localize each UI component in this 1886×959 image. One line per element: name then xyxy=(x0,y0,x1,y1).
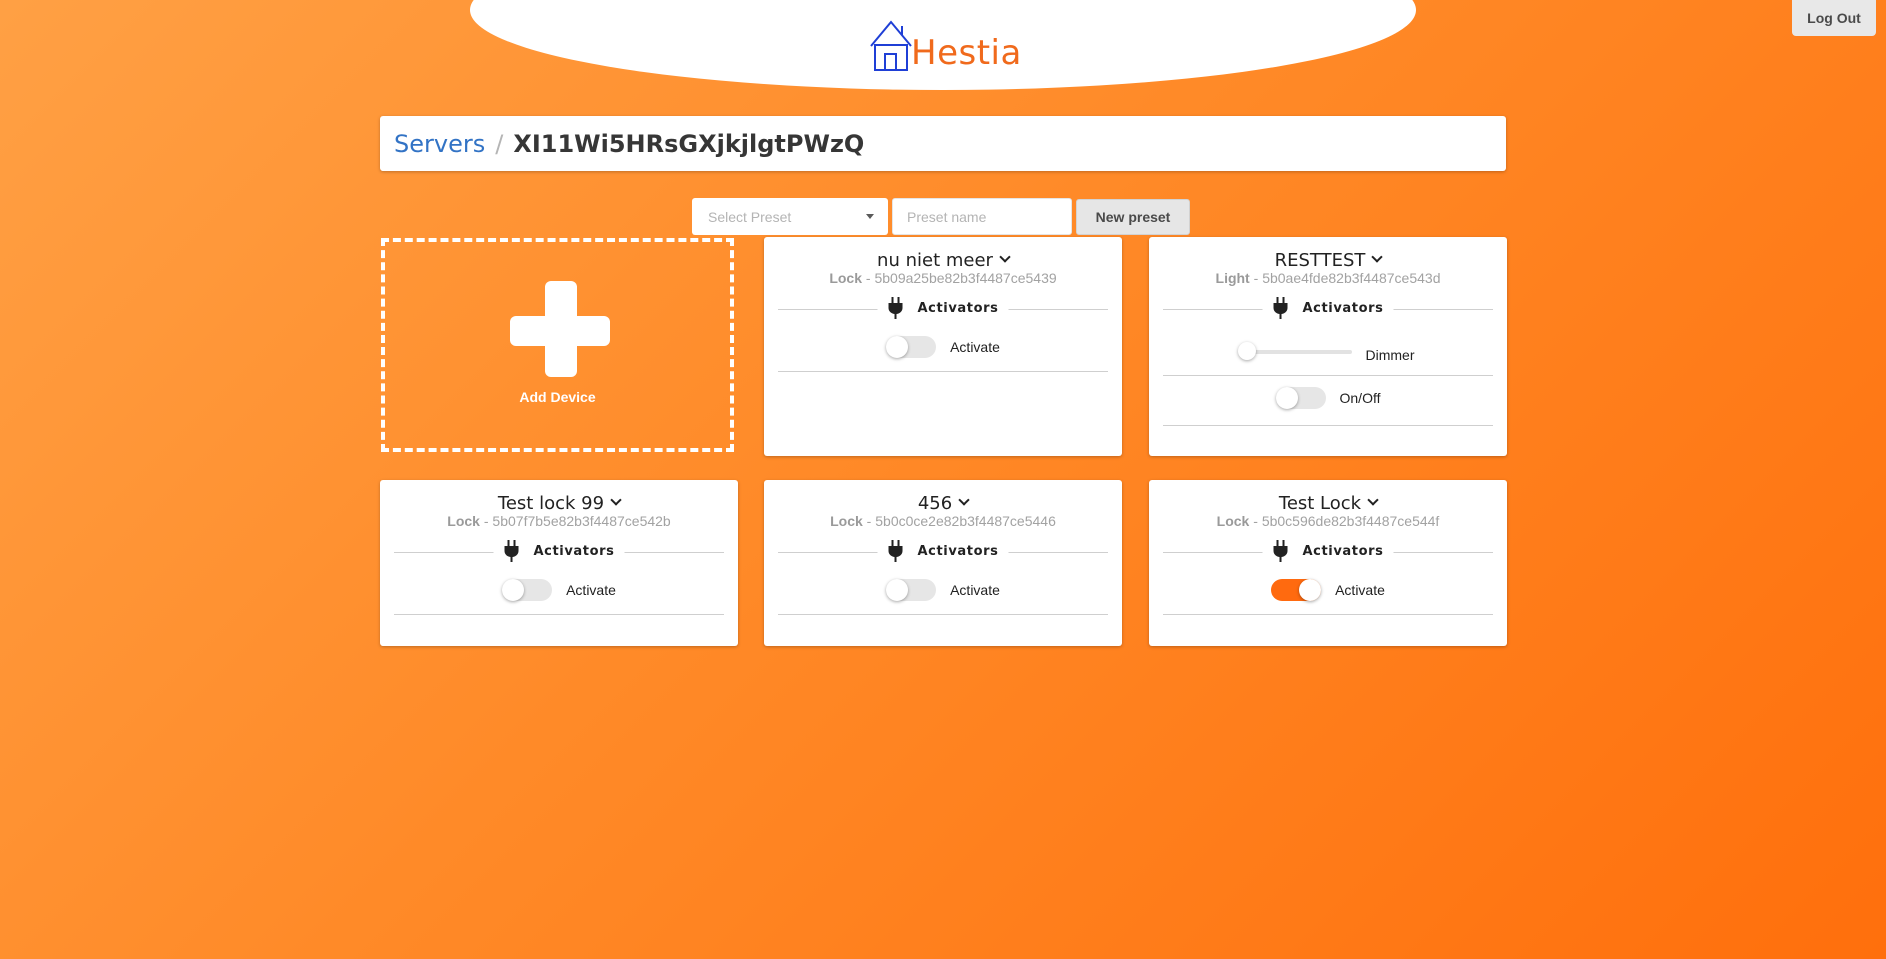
chevron-down-icon xyxy=(999,251,1011,263)
log-out-button[interactable]: Log Out xyxy=(1792,0,1876,36)
breadcrumb-servers-link[interactable]: Servers xyxy=(394,130,485,158)
activate-control: Activate xyxy=(380,579,738,601)
device-subtitle: Lock - 5b07f7b5e82b3f4487ce542b xyxy=(447,513,671,529)
on-off-label: On/Off xyxy=(1339,390,1381,406)
activate-label: Activate xyxy=(566,582,616,598)
device-subtitle: Light - 5b0ae4fde82b3f4487ce543d xyxy=(1215,270,1441,286)
divider xyxy=(778,371,1108,372)
activators-header: Activators xyxy=(1163,540,1493,562)
device-card: 456 Lock - 5b0c0ce2e82b3f4487ce5446 Acti… xyxy=(764,480,1122,646)
activators-label: Activators xyxy=(917,300,999,316)
device-card: Test Lock Lock - 5b0c596de82b3f4487ce544… xyxy=(1149,480,1507,646)
activators-header: Activators xyxy=(778,297,1108,319)
breadcrumb-separator: / xyxy=(495,129,504,158)
device-title[interactable]: 456 xyxy=(764,493,1122,514)
breadcrumb: Servers / XI11Wi5HRsGXjkjlgtPWzQ xyxy=(380,116,1506,171)
activate-label: Activate xyxy=(950,582,1000,598)
divider xyxy=(1163,425,1493,426)
plus-icon-bar xyxy=(510,316,610,346)
plug-icon xyxy=(1273,297,1288,319)
plug-icon xyxy=(504,540,519,562)
on-off-control: On/Off xyxy=(1149,387,1507,409)
device-title[interactable]: nu niet meer xyxy=(764,250,1122,271)
activate-control: Activate xyxy=(764,336,1122,358)
activators-label: Activators xyxy=(917,543,999,559)
activators-label: Activators xyxy=(1302,300,1384,316)
activate-label: Activate xyxy=(950,339,1000,355)
device-subtitle: Lock - 5b09a25be82b3f4487ce5439 xyxy=(829,270,1057,286)
device-title[interactable]: RESTTEST xyxy=(1149,250,1507,271)
caret-down-icon xyxy=(866,214,874,219)
logo-text: Hestia xyxy=(911,33,1022,73)
chevron-down-icon xyxy=(1367,494,1379,506)
dimmer-slider[interactable] xyxy=(1237,342,1352,360)
house-icon xyxy=(870,20,912,71)
slider-thumb[interactable] xyxy=(1237,342,1256,360)
chevron-down-icon xyxy=(1371,251,1384,263)
activators-label: Activators xyxy=(533,543,615,559)
device-card: nu niet meer Lock - 5b09a25be82b3f4487ce… xyxy=(764,237,1122,456)
chevron-down-icon xyxy=(958,494,970,506)
add-device-button[interactable]: Add Device xyxy=(381,238,734,452)
activate-control: Activate xyxy=(1149,579,1507,601)
plug-icon xyxy=(1273,540,1288,562)
preset-select-placeholder: Select Preset xyxy=(708,208,792,225)
divider xyxy=(394,614,724,615)
hestia-logo[interactable]: Hestia xyxy=(869,16,1022,72)
dimmer-label: Dimmer xyxy=(1365,347,1415,363)
divider xyxy=(778,614,1108,615)
device-card: RESTTEST Light - 5b0ae4fde82b3f4487ce543… xyxy=(1149,237,1507,456)
device-title[interactable]: Test lock 99 xyxy=(380,493,738,514)
activate-toggle[interactable] xyxy=(886,579,937,601)
activate-label: Activate xyxy=(1335,582,1385,598)
activate-toggle[interactable] xyxy=(1271,579,1322,601)
activators-label: Activators xyxy=(1302,543,1384,559)
add-device-label: Add Device xyxy=(519,389,596,405)
chevron-down-icon xyxy=(610,494,622,506)
divider xyxy=(1163,375,1493,376)
activate-toggle[interactable] xyxy=(886,336,937,358)
device-card: Test lock 99 Lock - 5b07f7b5e82b3f4487ce… xyxy=(380,480,738,646)
breadcrumb-current-server: XI11Wi5HRsGXjkjlgtPWzQ xyxy=(513,129,865,158)
activators-header: Activators xyxy=(1163,297,1493,319)
activate-toggle[interactable] xyxy=(502,579,553,601)
activate-control: Activate xyxy=(764,579,1122,601)
new-preset-button[interactable]: New preset xyxy=(1076,199,1190,235)
preset-name-input[interactable] xyxy=(892,198,1072,235)
device-subtitle: Lock - 5b0c0ce2e82b3f4487ce5446 xyxy=(830,513,1056,529)
preset-select[interactable]: Select Preset xyxy=(692,198,888,235)
dimmer-control: Dimmer xyxy=(1149,341,1507,363)
on-off-toggle[interactable] xyxy=(1275,387,1326,409)
activators-header: Activators xyxy=(778,540,1108,562)
activators-header: Activators xyxy=(394,540,724,562)
divider xyxy=(1163,614,1493,615)
plug-icon xyxy=(888,297,903,319)
plug-icon xyxy=(888,540,903,562)
device-subtitle: Lock - 5b0c596de82b3f4487ce544f xyxy=(1216,513,1440,529)
device-title[interactable]: Test Lock xyxy=(1149,493,1507,514)
